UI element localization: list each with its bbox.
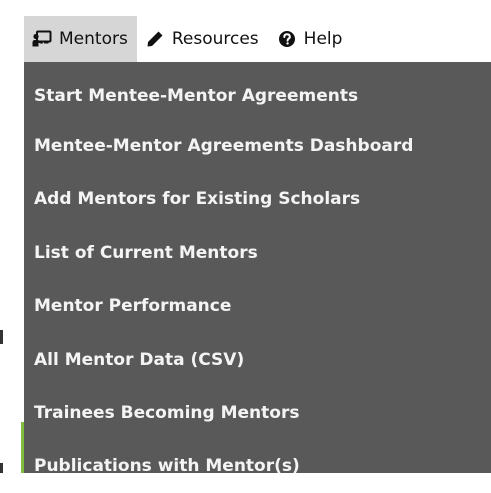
page-edge-fragment bbox=[0, 330, 3, 344]
nav-item-help[interactable]: Help bbox=[269, 16, 353, 62]
chalkboard-teacher-icon bbox=[32, 29, 52, 49]
menu-item-mentor-performance[interactable]: Mentor Performance bbox=[24, 280, 491, 333]
screen: Mentors Resources Help Start Mentee-Ment… bbox=[0, 0, 491, 493]
nav-item-label: Help bbox=[303, 29, 343, 49]
nav-item-mentors[interactable]: Mentors bbox=[24, 16, 137, 62]
menu-item-current-mentors[interactable]: List of Current Mentors bbox=[24, 227, 491, 280]
nav-item-label: Mentors bbox=[59, 29, 128, 49]
nav-item-resources[interactable]: Resources bbox=[137, 16, 269, 62]
top-navbar: Mentors Resources Help bbox=[24, 16, 491, 62]
pencil-icon bbox=[145, 29, 165, 49]
menu-item-start-agreements[interactable]: Start Mentee-Mentor Agreements bbox=[24, 72, 491, 120]
menu-item-trainees-becoming-mentors[interactable]: Trainees Becoming Mentors bbox=[24, 387, 491, 440]
question-circle-icon bbox=[277, 29, 297, 49]
menu-item-mentor-data-csv[interactable]: All Mentor Data (CSV) bbox=[24, 334, 491, 387]
menu-item-agreements-dashboard[interactable]: Mentee-Mentor Agreements Dashboard bbox=[24, 120, 491, 173]
page-edge-fragment bbox=[0, 463, 3, 473]
nav-item-label: Resources bbox=[171, 29, 259, 49]
mentors-dropdown-menu: Start Mentee-Mentor Agreements Mentee-Me… bbox=[24, 62, 491, 476]
menu-item-publications-with-mentors[interactable]: Publications with Mentor(s) bbox=[24, 440, 491, 493]
menu-item-add-mentors[interactable]: Add Mentors for Existing Scholars bbox=[24, 173, 491, 226]
